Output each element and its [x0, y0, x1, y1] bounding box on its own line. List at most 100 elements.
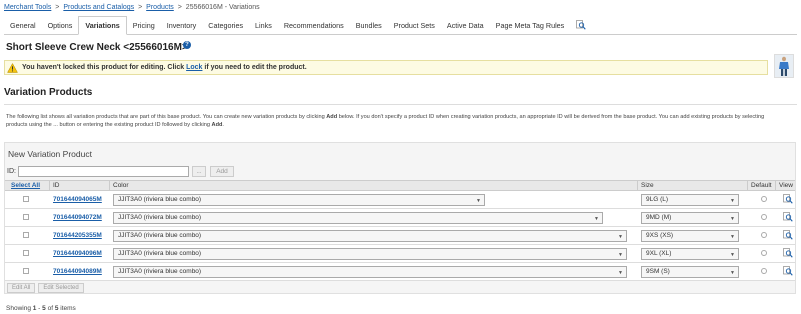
- browse-products-button[interactable]: ...: [192, 166, 206, 177]
- size-select[interactable]: 9SM (S) ▼: [641, 266, 739, 278]
- edit-all-button[interactable]: Edit All: [7, 283, 36, 293]
- table-row: 701644094089M JJIT3A0 (riviera blue comb…: [5, 263, 795, 281]
- color-select[interactable]: JJIT3A0 (riviera blue combo) ▼: [113, 266, 627, 278]
- desc-add-1: Add: [326, 114, 338, 120]
- size-select[interactable]: 9XS (XS) ▼: [641, 230, 739, 242]
- tab-general[interactable]: General: [4, 16, 42, 34]
- breadcrumb-separator: >: [55, 4, 60, 11]
- default-radio[interactable]: [761, 268, 767, 274]
- product-id-link[interactable]: 701644094096M: [53, 250, 102, 257]
- breadcrumb-merchant-tools[interactable]: Merchant Tools: [4, 4, 51, 11]
- row-checkbox[interactable]: [23, 232, 29, 238]
- size-select[interactable]: 9XL (XL) ▼: [641, 248, 739, 260]
- row-checkbox[interactable]: [23, 196, 29, 202]
- column-divider: [49, 181, 50, 190]
- chevron-down-icon: ▼: [618, 270, 623, 276]
- magnifier-page-icon: [576, 20, 586, 30]
- tab-page-meta-tag-rules[interactable]: Page Meta Tag Rules: [490, 16, 571, 34]
- size-value: 9XL (XL): [646, 250, 672, 257]
- select-all-link[interactable]: Select All: [11, 182, 40, 189]
- color-select[interactable]: JJIT3A0 (riviera blue combo) ▼: [113, 194, 485, 206]
- product-id-link[interactable]: 701644205355M: [53, 232, 102, 239]
- table-actions: Edit All Edit Selected: [7, 283, 84, 293]
- tab-product-sets[interactable]: Product Sets: [388, 16, 441, 34]
- breadcrumb-current: 25566016M - Variations: [185, 4, 260, 11]
- row-checkbox[interactable]: [23, 250, 29, 256]
- breadcrumb: Merchant Tools > Products and Catalogs >…: [4, 4, 260, 11]
- tab-bar: General Options Variations Pricing Inven…: [4, 16, 797, 35]
- breadcrumb-products-and-catalogs[interactable]: Products and Catalogs: [63, 4, 134, 11]
- chevron-down-icon: ▼: [730, 216, 735, 222]
- view-icon[interactable]: [783, 230, 793, 240]
- table-row: 701644205355M JJIT3A0 (riviera blue comb…: [5, 227, 795, 245]
- tab-links[interactable]: Links: [249, 16, 278, 34]
- tab-active-data[interactable]: Active Data: [441, 16, 490, 34]
- breadcrumb-products[interactable]: Products: [146, 4, 174, 11]
- chevron-down-icon: ▼: [618, 234, 623, 240]
- view-icon[interactable]: [783, 266, 793, 276]
- warning-icon: [7, 62, 18, 73]
- color-select[interactable]: JJIT3A0 (riviera blue combo) ▼: [113, 212, 603, 224]
- desc-part-1: The following list shows all variation p…: [6, 114, 327, 120]
- color-value: JJIT3A0 (riviera blue combo): [118, 268, 202, 275]
- table-row: 701644094096M JJIT3A0 (riviera blue comb…: [5, 245, 795, 263]
- product-id-link[interactable]: 701644094065M: [53, 196, 102, 203]
- chevron-down-icon: ▼: [730, 252, 735, 258]
- chevron-down-icon: ▼: [476, 198, 481, 204]
- tab-categories[interactable]: Categories: [202, 16, 249, 34]
- default-radio[interactable]: [761, 232, 767, 238]
- lock-link[interactable]: Lock: [186, 64, 202, 71]
- view-icon[interactable]: [783, 212, 793, 222]
- size-select[interactable]: 9MD (M) ▼: [641, 212, 739, 224]
- color-select[interactable]: JJIT3A0 (riviera blue combo) ▼: [113, 230, 627, 242]
- default-radio[interactable]: [761, 214, 767, 220]
- section-description: The following list shows all variation p…: [6, 113, 784, 129]
- color-value: JJIT3A0 (riviera blue combo): [118, 214, 202, 221]
- color-value: JJIT3A0 (riviera blue combo): [118, 196, 202, 203]
- row-checkbox[interactable]: [23, 214, 29, 220]
- edit-selected-button[interactable]: Edit Selected: [38, 283, 84, 293]
- view-icon[interactable]: [783, 248, 793, 258]
- panel-title: New Variation Product: [8, 149, 92, 159]
- table-row: 701644094065M JJIT3A0 (riviera blue comb…: [5, 191, 795, 209]
- new-variation-panel: New Variation Product ID: ... Add Select…: [4, 142, 796, 294]
- column-divider: [637, 181, 638, 190]
- header-color: Color: [113, 182, 129, 189]
- product-id-link[interactable]: 701644094072M: [53, 214, 102, 221]
- help-icon[interactable]: ?: [183, 41, 191, 49]
- pagination-prefix: Showing: [6, 305, 33, 312]
- chevron-down-icon: ▼: [730, 270, 735, 276]
- column-divider: [109, 181, 110, 190]
- color-select[interactable]: JJIT3A0 (riviera blue combo) ▼: [113, 248, 627, 260]
- size-select[interactable]: 9LG (L) ▼: [641, 194, 739, 206]
- desc-end: .: [222, 122, 224, 128]
- table-header: Select All ID Color Size Default View: [5, 180, 795, 191]
- tab-bundles[interactable]: Bundles: [350, 16, 388, 34]
- size-value: 9SM (S): [646, 268, 670, 275]
- tab-options[interactable]: Options: [42, 16, 79, 34]
- tab-pricing[interactable]: Pricing: [127, 16, 161, 34]
- chevron-down-icon: ▼: [730, 198, 735, 204]
- color-value: JJIT3A0 (riviera blue combo): [118, 250, 202, 257]
- tab-variations[interactable]: Variations: [78, 16, 127, 35]
- column-divider: [775, 181, 776, 190]
- row-checkbox[interactable]: [23, 268, 29, 274]
- desc-part-3: button or entering the existing product …: [57, 122, 212, 128]
- default-radio[interactable]: [761, 250, 767, 256]
- header-size: Size: [641, 182, 654, 189]
- desc-add-2: Add: [211, 122, 223, 128]
- pagination-suffix: items: [58, 305, 76, 312]
- product-id-input[interactable]: [18, 166, 189, 177]
- view-icon[interactable]: [783, 194, 793, 204]
- size-value: 9XS (XS): [646, 232, 674, 239]
- add-button[interactable]: Add: [210, 166, 234, 177]
- page-title: Short Sleeve Crew Neck <25566016M>: [6, 42, 188, 53]
- tab-inventory[interactable]: Inventory: [161, 16, 203, 34]
- product-id-link[interactable]: 701644094089M: [53, 268, 102, 275]
- default-radio[interactable]: [761, 196, 767, 202]
- chevron-down-icon: ▼: [618, 252, 623, 258]
- id-label: ID:: [7, 168, 16, 175]
- tab-search-preview[interactable]: [570, 16, 592, 34]
- tab-recommendations[interactable]: Recommendations: [278, 16, 350, 34]
- product-image: [775, 55, 793, 77]
